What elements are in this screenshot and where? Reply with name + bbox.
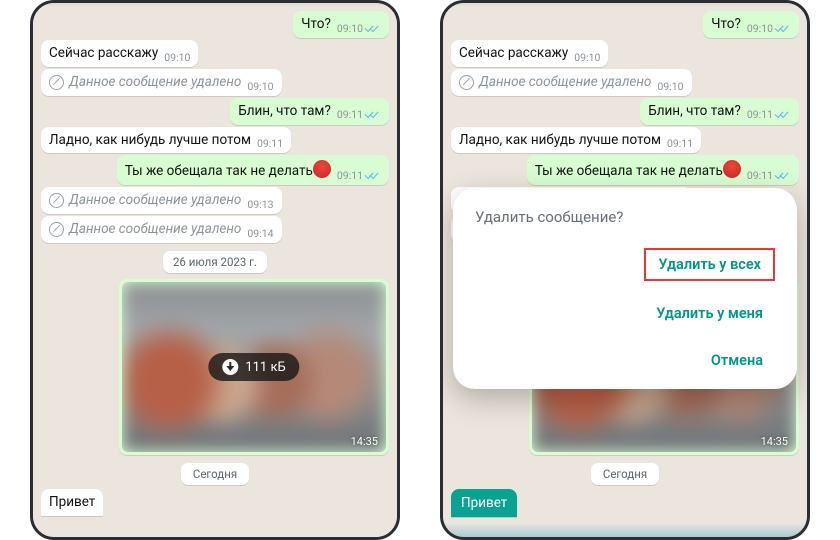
message-time: 09:11 <box>337 108 363 121</box>
message-deleted[interactable]: Данное сообщение удалено 09:13 <box>41 187 282 214</box>
angry-face-icon <box>723 160 741 178</box>
message-deleted[interactable]: Данное сообщение удалено 09:14 <box>41 216 282 243</box>
message-text: Что? <box>301 16 331 33</box>
message-in[interactable]: Ладно, как нибудь лучше потом 09:11 <box>41 127 291 154</box>
message-in[interactable]: Сейчас расскажу 09:10 <box>451 40 608 67</box>
phone-right: Что? 09:10 Сейчас расскажу 09:10 Данное … <box>440 0 810 540</box>
read-ticks-icon <box>365 170 381 181</box>
message-time: 09:11 <box>747 108 773 121</box>
message-selected[interactable]: Привет <box>451 489 517 517</box>
deleted-text: Данное сообщение удалено <box>69 221 241 238</box>
message-text: Привет <box>49 494 95 511</box>
message-deleted[interactable]: Данное сообщение удалено 09:10 <box>451 69 692 96</box>
date-divider-today: Сегодня <box>591 463 659 485</box>
message-time: 09:10 <box>164 51 190 64</box>
message-text: Блин, что там? <box>238 103 331 120</box>
cancel-button[interactable]: Отмена <box>699 346 775 375</box>
message-time: 09:10 <box>337 22 363 35</box>
message-time: 09:11 <box>257 137 283 150</box>
download-button[interactable]: 111 кБ <box>208 353 299 381</box>
message-out[interactable]: Блин, что там? 09:11 <box>640 98 799 125</box>
date-divider-today: Сегодня <box>181 463 249 485</box>
message-time: 09:11 <box>667 137 693 150</box>
message-text: Что? <box>711 16 741 33</box>
message-text: Сейчас расскажу <box>49 45 158 62</box>
message-out[interactable]: Ты же обещала так не делать 09:11 <box>527 155 799 185</box>
message-out[interactable]: Ты же обещала так не делать 09:11 <box>117 155 389 185</box>
message-time: 09:10 <box>574 51 600 64</box>
delete-dialog: Удалить сообщение? Удалить у всех Удалит… <box>453 188 797 389</box>
angry-face-icon <box>313 160 331 178</box>
message-in[interactable]: Ладно, как нибудь лучше потом 09:11 <box>451 127 701 154</box>
message-time: 09:11 <box>337 169 363 182</box>
read-ticks-icon <box>365 23 381 34</box>
image-message[interactable]: 111 кБ 14:35 <box>119 279 389 455</box>
message-out[interactable]: Что? 09:10 <box>293 11 389 38</box>
phone-left: Что? 09:10 Сейчас расскажу 09:10 Данное … <box>30 0 400 540</box>
read-ticks-icon <box>775 170 791 181</box>
deleted-text: Данное сообщение удалено <box>69 192 241 209</box>
message-time: 09:11 <box>747 169 773 182</box>
prohibited-icon <box>49 75 64 90</box>
message-text: Ладно, как нибудь лучше потом <box>49 132 251 149</box>
message-text: Ты же обещала так не делать <box>535 163 723 179</box>
read-ticks-icon <box>775 23 791 34</box>
message-out[interactable]: Что? 09:10 <box>703 11 799 38</box>
message-time: 09:14 <box>247 227 273 240</box>
message-text: Ты же обещала так не делать <box>125 163 313 179</box>
delete-for-me-button[interactable]: Удалить у меня <box>644 299 775 328</box>
read-ticks-icon <box>365 109 381 120</box>
file-size: 111 кБ <box>245 360 285 375</box>
message-text: Блин, что там? <box>648 103 741 120</box>
delete-for-everyone-button[interactable]: Удалить у всех <box>644 248 775 281</box>
dialog-title: Удалить сообщение? <box>475 208 775 226</box>
message-in[interactable]: Привет <box>41 489 103 516</box>
deleted-text: Данное сообщение удалено <box>69 74 241 91</box>
selection-glow <box>443 523 807 537</box>
message-time: 09:10 <box>247 80 273 93</box>
message-text: Привет <box>461 495 507 511</box>
message-time: 09:13 <box>247 198 273 211</box>
image-time: 14:35 <box>351 435 378 448</box>
read-ticks-icon <box>775 109 791 120</box>
message-text: Сейчас расскажу <box>459 45 568 62</box>
message-time: 09:10 <box>747 22 773 35</box>
deleted-text: Данное сообщение удалено <box>479 74 651 91</box>
message-out[interactable]: Блин, что там? 09:11 <box>230 98 389 125</box>
message-time: 09:10 <box>657 80 683 93</box>
chat-pane[interactable]: Что? 09:10 Сейчас расскажу 09:10 Данное … <box>33 3 397 537</box>
message-deleted[interactable]: Данное сообщение удалено 09:10 <box>41 69 282 96</box>
prohibited-icon <box>49 193 64 208</box>
message-text: Ладно, как нибудь лучше потом <box>459 132 661 149</box>
prohibited-icon <box>459 75 474 90</box>
message-in[interactable]: Сейчас расскажу 09:10 <box>41 40 198 67</box>
prohibited-icon <box>49 222 64 237</box>
date-divider: 26 июля 2023 г. <box>163 251 267 273</box>
download-icon <box>222 359 238 375</box>
image-time: 14:35 <box>761 435 788 448</box>
